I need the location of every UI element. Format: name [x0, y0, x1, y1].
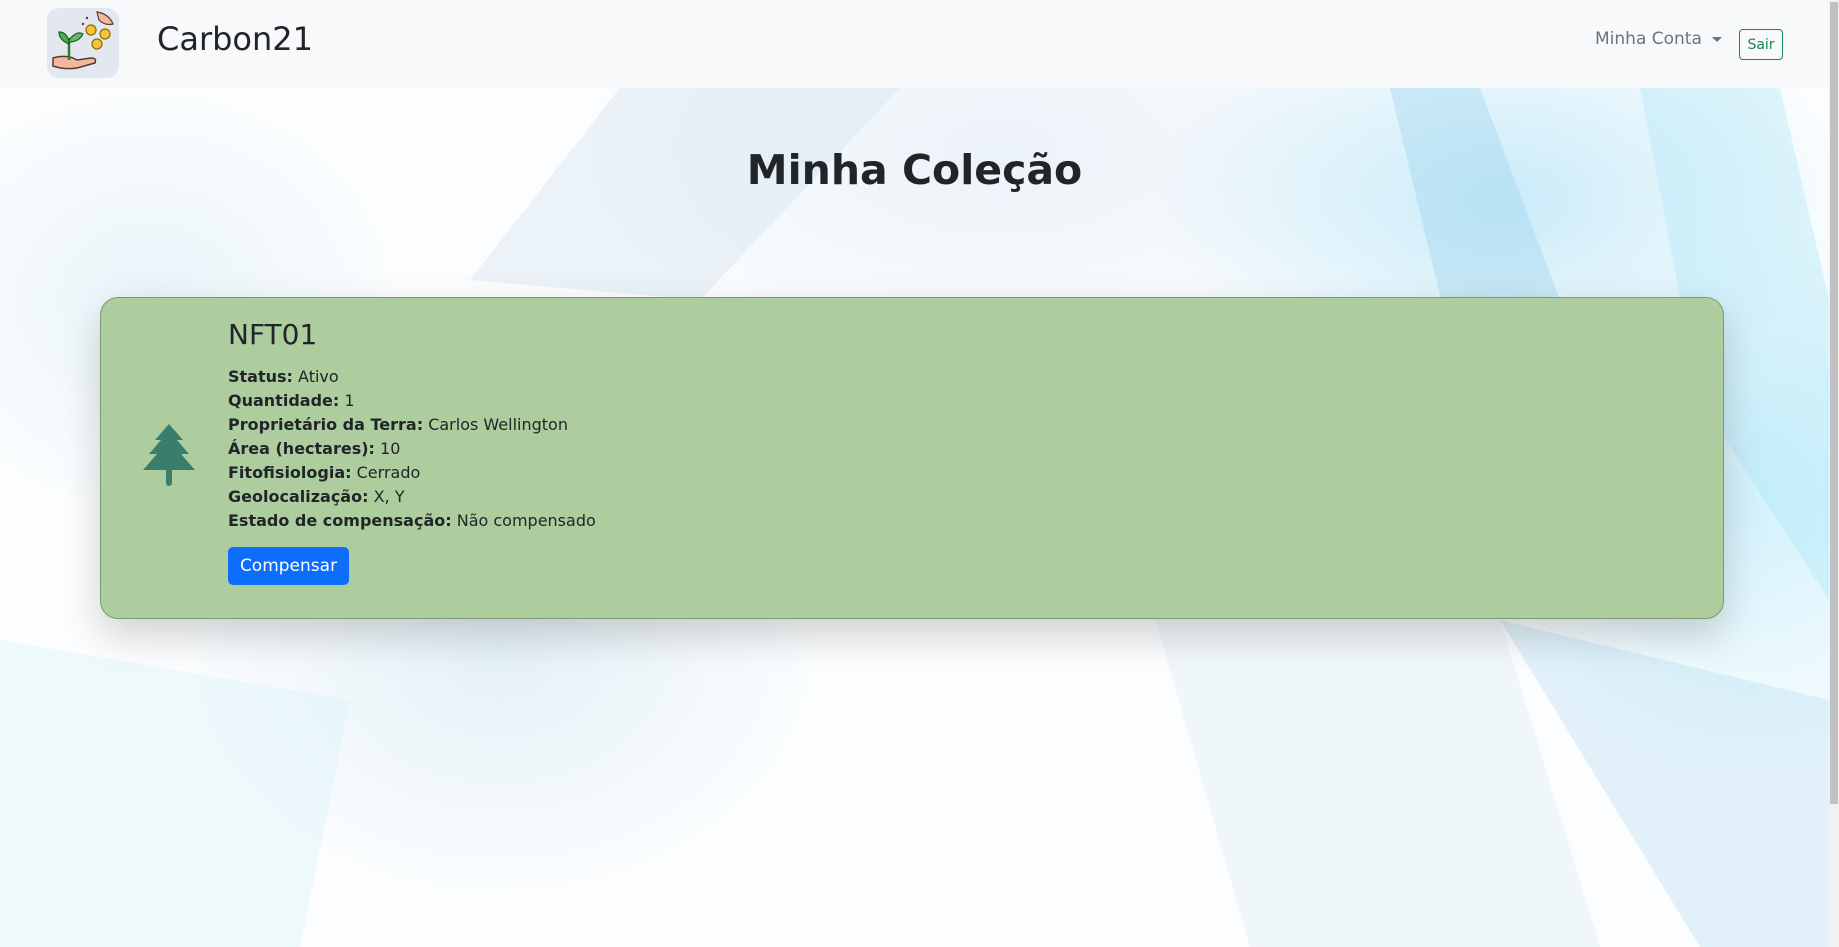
field-phytophysiognomy: Fitofisiologia: Cerrado	[228, 463, 421, 482]
tree-icon	[141, 424, 197, 490]
scrollbar[interactable]	[1829, 0, 1839, 947]
nft-name: NFT01	[228, 318, 318, 351]
logout-button[interactable]: Sair	[1739, 29, 1783, 60]
logo-icon[interactable]	[47, 8, 119, 78]
scrollbar-thumb[interactable]	[1830, 2, 1838, 804]
field-compensation-state: Estado de compensação: Não compensado	[228, 511, 596, 530]
brand-name[interactable]: Carbon21	[157, 20, 313, 58]
nft-details: NFT01 Status: Ativo Quantidade: 1 Propri…	[228, 318, 596, 585]
page-title: Minha Coleção	[746, 146, 1083, 194]
nft-card: NFT01 Status: Ativo Quantidade: 1 Propri…	[100, 297, 1724, 619]
field-status: Status: Ativo	[228, 367, 339, 386]
navbar: Carbon21 Minha Conta Sair	[0, 0, 1829, 88]
account-dropdown[interactable]: Minha Conta	[1595, 29, 1722, 49]
field-quantity: Quantidade: 1	[228, 391, 355, 410]
compensate-button[interactable]: Compensar	[228, 547, 349, 585]
chevron-down-icon	[1711, 36, 1722, 42]
field-land-owner: Proprietário da Terra: Carlos Wellington	[228, 415, 568, 434]
field-area: Área (hectares): 10	[228, 439, 401, 458]
field-geolocation: Geolocalização: X, Y	[228, 487, 405, 506]
account-label: Minha Conta	[1595, 29, 1702, 49]
